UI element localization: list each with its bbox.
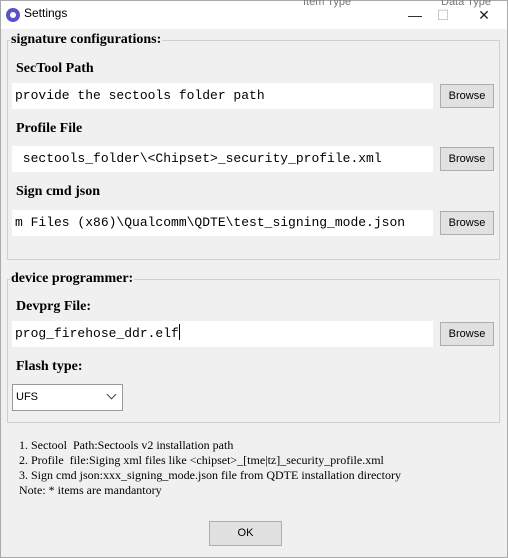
- profile-browse-button[interactable]: Browse: [440, 147, 494, 171]
- sign-cmd-json-input[interactable]: m Files (x86)\Qualcomm\QDTE\test_signing…: [12, 210, 433, 236]
- text-caret: [178, 324, 180, 341]
- settings-window: Settings Item Type Data Type — ☐ ✕ signa…: [0, 0, 508, 558]
- flash-type-select[interactable]: UFS: [12, 384, 123, 411]
- maximize-button: ☐: [436, 7, 450, 23]
- signature-configurations-legend: signature configurations:: [11, 32, 162, 47]
- sectool-browse-button[interactable]: Browse: [440, 84, 494, 108]
- profile-file-label: Profile File: [16, 121, 83, 136]
- flash-type-value: UFS: [16, 391, 38, 403]
- devprg-file-value: prog_firehose_ddr.elf: [15, 326, 179, 341]
- flash-type-label: Flash type:: [16, 359, 83, 374]
- ok-button[interactable]: OK: [209, 521, 282, 546]
- sign-cmd-json-label: Sign cmd json: [16, 184, 101, 199]
- note-line: Note: * items are mandantory: [19, 483, 162, 497]
- sectool-path-input[interactable]: provide the sectools folder path: [12, 83, 433, 109]
- devprg-file-input[interactable]: prog_firehose_ddr.elf: [12, 321, 433, 347]
- note-line: 1. Sectool Path:Sectools v2 installation…: [19, 438, 234, 452]
- note-line: 3. Sign cmd json:xxx_signing_mode.json f…: [19, 468, 401, 482]
- app-icon: [6, 8, 20, 22]
- close-button[interactable]: ✕: [461, 1, 507, 29]
- profile-file-input[interactable]: sectools_folder\<Chipset>_security_profi…: [12, 146, 433, 172]
- window-title: Settings: [24, 6, 68, 20]
- background-column-label: Item Type: [303, 0, 352, 8]
- devprg-browse-button[interactable]: Browse: [440, 322, 494, 346]
- sectool-path-label: SecTool Path: [16, 61, 94, 76]
- chevron-down-icon[interactable]: [106, 389, 117, 400]
- devprg-file-label: Devprg File:: [16, 299, 92, 314]
- note-line: 2. Profile file:Siging xml files like <c…: [19, 453, 384, 467]
- title-bar[interactable]: Settings Item Type Data Type — ☐ ✕: [1, 0, 507, 29]
- sign-cmd-browse-button[interactable]: Browse: [440, 211, 494, 235]
- device-programmer-legend: device programmer:: [11, 271, 134, 286]
